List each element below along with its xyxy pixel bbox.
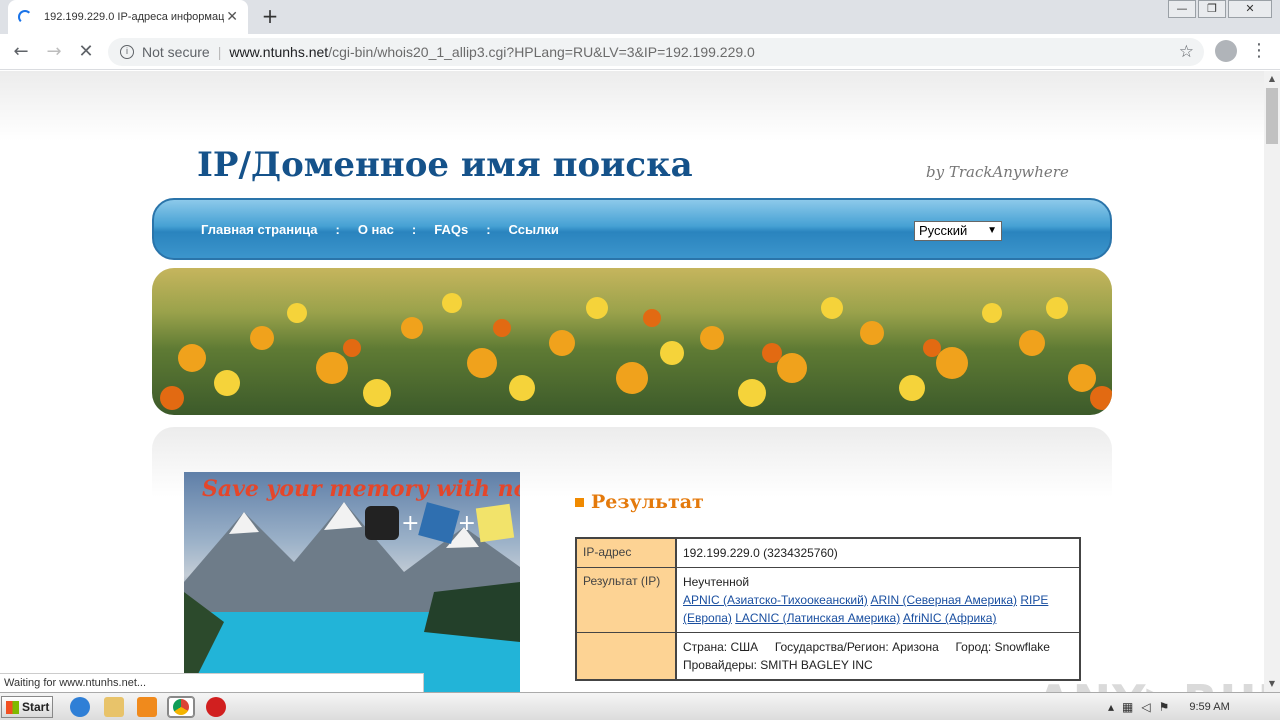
registry-link-lacnic[interactable]: LACNIC (Латинская Америка) bbox=[735, 611, 900, 625]
country-line: Страна: США Государства/Регион: Аризона … bbox=[683, 640, 1050, 654]
nav-faqs[interactable]: FAQs bbox=[434, 222, 468, 237]
tab-close-icon[interactable]: ✕ bbox=[226, 9, 238, 25]
registry-link-apnic[interactable]: APNIC (Азиатско-Тихоокеанский) bbox=[683, 593, 868, 607]
language-select-value: Русский bbox=[919, 223, 968, 238]
registry-link-afrinic[interactable]: AfriNIC (Африка) bbox=[903, 611, 997, 625]
info-icon[interactable]: i bbox=[120, 45, 134, 59]
result-key-cell: Результат (IP) bbox=[577, 568, 677, 632]
flower-illustration bbox=[160, 293, 1112, 410]
clock[interactable]: 9:59 AM bbox=[1189, 701, 1229, 713]
maximize-button[interactable]: ❐ bbox=[1198, 0, 1226, 18]
result-status: Неучтенной bbox=[683, 575, 750, 589]
provider-line: Провайдеры: SMITH BAGLEY INC bbox=[683, 658, 873, 672]
tab-strip: 192.199.229.0 IP-адреса информац ✕ + — ❐… bbox=[0, 0, 1280, 34]
table-row: IP-адрес 192.199.229.0 (3234325760) bbox=[577, 539, 1079, 568]
plus-icon: + bbox=[457, 510, 476, 536]
anyrun-watermark: ANY▷RUN bbox=[1036, 675, 1264, 692]
tab-title: 192.199.229.0 IP-адреса информац bbox=[44, 11, 224, 23]
status-bar: Waiting for www.ntunhs.net... bbox=[0, 673, 424, 693]
file-explorer-icon[interactable] bbox=[104, 697, 124, 717]
ad-headline: Save your memory with notes bbox=[202, 476, 520, 502]
bullet-square-icon bbox=[575, 497, 584, 507]
start-label: Start bbox=[22, 700, 50, 714]
security-label[interactable]: Not secure bbox=[142, 44, 210, 60]
registry-link-arin[interactable]: ARIN (Северная Америка) bbox=[870, 593, 1017, 607]
chrome-taskbar-button[interactable] bbox=[167, 696, 195, 718]
scroll-up-icon[interactable]: ▲ bbox=[1264, 71, 1280, 87]
result-heading-text: Результат bbox=[591, 491, 704, 513]
scroll-thumb[interactable] bbox=[1266, 88, 1278, 144]
media-player-icon[interactable] bbox=[137, 697, 157, 717]
table-row: Страна: США Государства/Регион: Аризона … bbox=[577, 633, 1079, 679]
flower-banner-image bbox=[152, 268, 1112, 415]
nav-links-page[interactable]: Ссылки bbox=[509, 222, 559, 237]
nav-links: Главная страница : О нас : FAQs : Ссылки bbox=[201, 222, 559, 237]
action-center-icon[interactable]: ⚑ bbox=[1159, 700, 1170, 714]
scroll-down-icon[interactable]: ▼ bbox=[1264, 676, 1280, 692]
windows-logo-icon bbox=[6, 700, 19, 714]
page-viewport: IP/Доменное имя поиска by TrackAnywhere … bbox=[0, 71, 1264, 692]
ip-key-cell: IP-адрес bbox=[577, 539, 677, 567]
plus-icon: + bbox=[401, 510, 420, 536]
mountain-lake-illustration bbox=[184, 502, 520, 692]
network-icon[interactable]: ▦ bbox=[1122, 700, 1133, 714]
language-select[interactable]: Русский ▼ bbox=[914, 221, 1002, 241]
bookmark-star-icon[interactable]: ☆ bbox=[1179, 42, 1194, 62]
internet-explorer-icon[interactable] bbox=[70, 697, 90, 717]
forward-button[interactable]: → bbox=[42, 40, 66, 64]
start-button[interactable]: Start bbox=[1, 696, 53, 718]
stop-loading-button[interactable]: ✕ bbox=[74, 40, 98, 64]
camera-icon bbox=[365, 506, 400, 540]
nav-separator: : bbox=[411, 222, 417, 237]
profile-avatar[interactable] bbox=[1215, 40, 1237, 62]
nav-about[interactable]: О нас bbox=[358, 222, 394, 237]
result-value-cell: Неучтенной APNIC (Азиатско-Тихоокеанский… bbox=[677, 568, 1079, 632]
page-title: IP/Доменное имя поиска bbox=[197, 145, 693, 185]
browser-tab[interactable]: 192.199.229.0 IP-адреса информац ✕ bbox=[8, 0, 248, 34]
page-byline: by TrackAnywhere bbox=[926, 163, 1069, 181]
url-host[interactable]: www.ntunhs.net bbox=[229, 44, 328, 60]
header-gradient bbox=[0, 71, 1264, 141]
puzzle-icon bbox=[417, 502, 460, 544]
back-button[interactable]: ← bbox=[9, 40, 33, 64]
volume-icon[interactable]: ◁ bbox=[1141, 700, 1150, 714]
browser-toolbar: ← → ✕ i Not secure | www.ntunhs.net /cgi… bbox=[0, 34, 1280, 70]
window-controls: — ❐ ✕ bbox=[1166, 0, 1272, 18]
chrome-icon bbox=[173, 699, 189, 715]
registry-links: APNIC (Азиатско-Тихоокеанский) ARIN (Сев… bbox=[683, 591, 1073, 627]
loading-spinner-icon bbox=[18, 10, 32, 24]
sticky-note-icon bbox=[475, 503, 515, 543]
close-window-button[interactable]: ✕ bbox=[1228, 0, 1272, 18]
advertisement-banner[interactable]: Save your memory with notes + + bbox=[184, 472, 520, 692]
tray-expand-icon[interactable]: ▴ bbox=[1108, 700, 1114, 714]
ip-value-cell: 192.199.229.0 (3234325760) bbox=[677, 539, 1079, 567]
result-table: IP-адрес 192.199.229.0 (3234325760) Резу… bbox=[575, 537, 1081, 681]
system-tray: ▴ ▦ ◁ ⚑ 9:59 AM bbox=[1108, 693, 1280, 720]
location-key-cell bbox=[577, 633, 677, 679]
address-separator: | bbox=[217, 44, 222, 60]
nav-separator: : bbox=[486, 222, 491, 237]
nav-home[interactable]: Главная страница bbox=[201, 222, 317, 237]
new-tab-button[interactable]: + bbox=[258, 5, 282, 29]
result-heading: Результат bbox=[575, 491, 704, 513]
menu-icon[interactable]: ⋮ bbox=[1250, 40, 1268, 61]
dropdown-arrow-icon: ▼ bbox=[987, 225, 997, 236]
taskbar: Start ▴ ▦ ◁ ⚑ 9:59 AM bbox=[0, 692, 1280, 720]
site-navbar: Главная страница : О нас : FAQs : Ссылки… bbox=[152, 198, 1112, 260]
address-bar[interactable]: i Not secure | www.ntunhs.net /cgi-bin/w… bbox=[108, 38, 1204, 66]
page-scrollbar[interactable]: ▲ ▼ bbox=[1264, 71, 1280, 692]
url-path[interactable]: /cgi-bin/whois20_1_allip3.cgi?HPLang=RU&… bbox=[328, 44, 755, 60]
minimize-button[interactable]: — bbox=[1168, 0, 1196, 18]
location-value-cell: Страна: США Государства/Регион: Аризона … bbox=[677, 633, 1079, 679]
nav-separator: : bbox=[335, 222, 340, 237]
security-app-icon[interactable] bbox=[206, 697, 226, 717]
ad-icons: + + bbox=[363, 502, 515, 544]
table-row: Результат (IP) Неучтенной APNIC (Азиатск… bbox=[577, 568, 1079, 633]
